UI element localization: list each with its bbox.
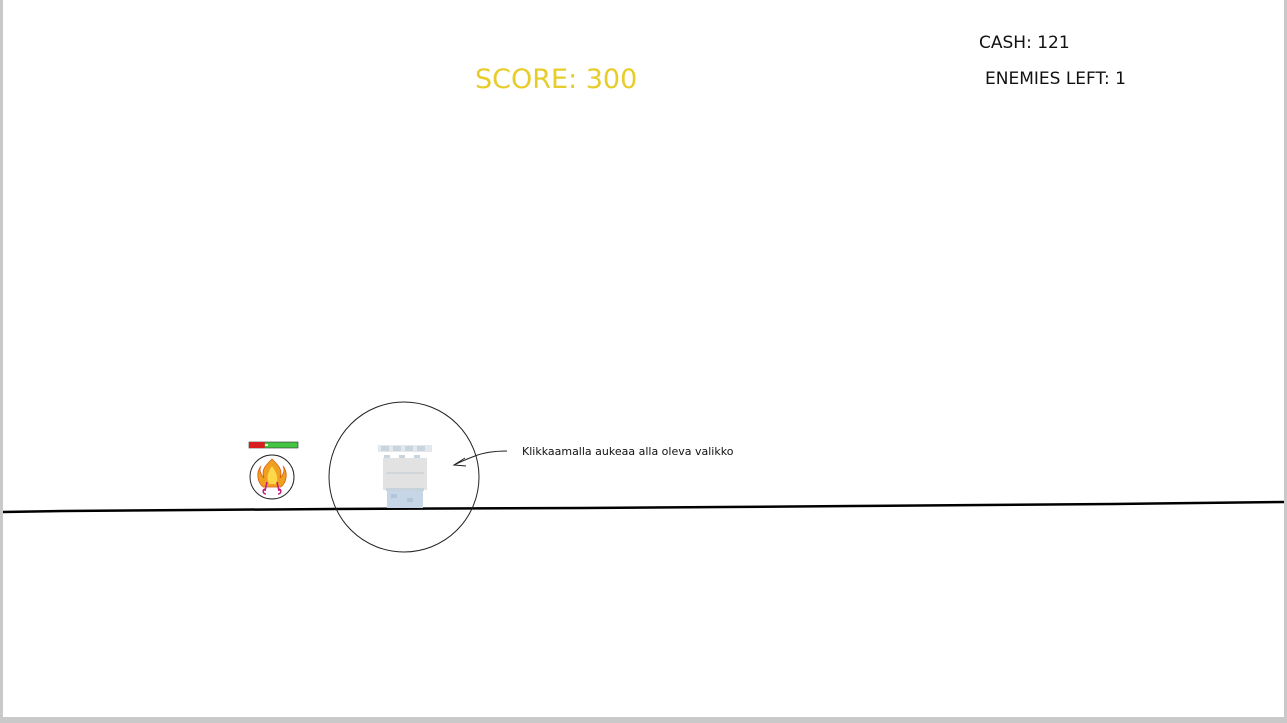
health-bar-damage [249,442,265,448]
castle-tower-icon [378,445,432,508]
game-window[interactable]: CASH: 121 ENEMIES LEFT: 1 SCORE: 300 Kli… [3,0,1284,717]
game-scene[interactable] [3,0,1284,717]
score-counter: SCORE: 300 [475,64,638,95]
hint-text: Klikkaamalla aukeaa alla oleva valikko [522,445,734,458]
enemy-health-bar [248,441,299,449]
cash-counter: CASH: 121 [979,33,1070,53]
ground-line [3,500,1284,514]
tower-unit[interactable] [328,401,480,553]
enemies-left-counter: ENEMIES LEFT: 1 [985,69,1126,89]
hint-arrow [452,450,508,467]
enemy-unit[interactable] [249,454,295,500]
